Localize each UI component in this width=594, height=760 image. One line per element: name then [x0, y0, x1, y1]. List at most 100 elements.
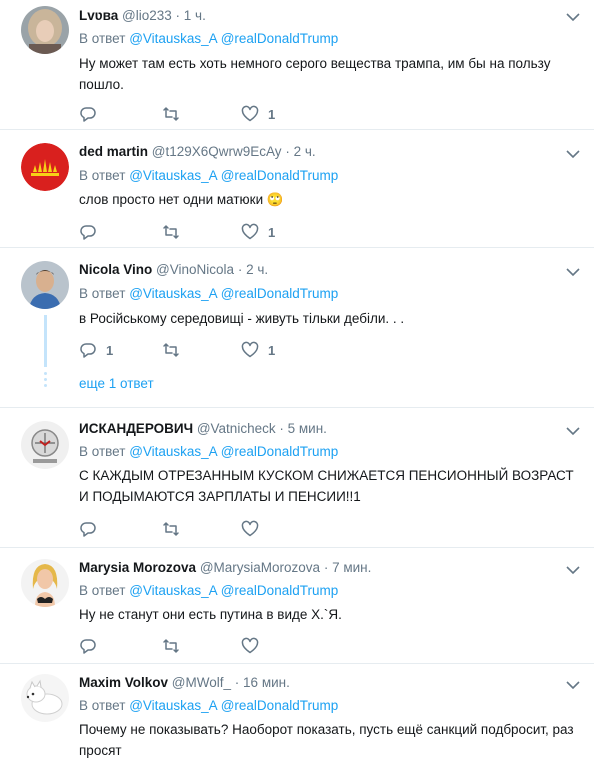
reply-icon — [80, 522, 96, 537]
like-count: 1 — [268, 224, 276, 240]
tweet-text-body: слов просто нет одни матюки — [79, 192, 264, 207]
mention-link[interactable]: @realDonaldTrump — [221, 31, 339, 46]
mention-link[interactable]: @Vitauskas_A — [129, 168, 217, 183]
retweet-icon — [163, 522, 179, 536]
mention-link[interactable]: @realDonaldTrump — [221, 286, 339, 301]
chevron-down-icon[interactable] — [566, 680, 580, 690]
tweet[interactable]: Lvʋва @lio233 · 1 ч. В ответ @Vitauskas_… — [0, 0, 594, 130]
reply-context: В ответ @Vitauskas_A @realDonaldTrump — [79, 583, 338, 598]
tweet-actions: 1 — [79, 222, 339, 242]
mention-link[interactable]: @Vitauskas_A — [129, 286, 217, 301]
tweet-actions: 1 1 — [79, 340, 339, 360]
like-button[interactable]: 1 — [241, 340, 275, 360]
rolling-eyes-emoji: 🙄 — [266, 192, 284, 207]
retweet-button[interactable] — [161, 340, 190, 360]
avatar[interactable] — [21, 6, 69, 54]
handle[interactable]: @t129X6Qwrw9EcAy — [152, 144, 282, 159]
reply-button[interactable] — [79, 104, 106, 124]
mention-link[interactable]: @Vitauskas_A — [129, 698, 217, 713]
display-name[interactable]: ИСКАНДЕРОВИЧ — [79, 421, 193, 436]
timestamp[interactable]: 2 ч. — [246, 262, 268, 277]
avatar[interactable] — [21, 559, 69, 607]
tweet-text: С КАЖДЫМ ОТРЕЗАННЫМ КУСКОМ СНИЖАЕТСЯ ПЕН… — [79, 468, 574, 504]
tweet-header: Maxim Volkov @MWolf_ · 16 мин. — [79, 675, 290, 690]
chevron-down-icon[interactable] — [566, 426, 580, 436]
mention-link[interactable]: @Vitauskas_A — [129, 31, 217, 46]
mention-link[interactable]: @Vitauskas_A — [129, 444, 217, 459]
display-name[interactable]: Maxim Volkov — [79, 675, 168, 690]
reply-button[interactable]: 1 — [79, 340, 113, 360]
display-name[interactable]: Nicola Vino — [79, 262, 152, 277]
avatar[interactable] — [21, 421, 69, 469]
reply-prefix: В ответ — [79, 168, 126, 183]
heart-icon — [241, 520, 259, 537]
display-name[interactable]: Lvʋва — [79, 8, 118, 23]
timestamp[interactable]: 16 мин. — [243, 675, 290, 690]
chevron-down-icon[interactable] — [566, 565, 580, 575]
like-button[interactable] — [241, 519, 268, 539]
like-button[interactable] — [241, 636, 268, 656]
separator: · — [279, 421, 284, 436]
thread-dot — [44, 372, 47, 375]
like-count: 1 — [268, 342, 276, 358]
timestamp[interactable]: 1 ч. — [184, 8, 206, 23]
chevron-down-icon[interactable] — [566, 149, 580, 159]
display-name[interactable]: ded martin — [79, 144, 148, 159]
tweet-header: ded martin @t129X6Qwrw9EcAy · 2 ч. — [79, 144, 316, 159]
replies-feed: Lvʋва @lio233 · 1 ч. В ответ @Vitauskas_… — [0, 0, 594, 760]
tweet[interactable]: ИСКАНДЕРОВИЧ @Vatnicheck · 5 мин. В отве… — [0, 408, 594, 548]
tweet-actions — [79, 636, 339, 656]
retweet-icon — [163, 639, 179, 653]
reply-prefix: В ответ — [79, 698, 126, 713]
avatar[interactable] — [21, 143, 69, 191]
timestamp[interactable]: 5 мин. — [288, 421, 327, 436]
handle[interactable]: @MWolf_ — [172, 675, 231, 690]
mention-link[interactable]: @realDonaldTrump — [221, 168, 339, 183]
handle[interactable]: @VinoNicola — [156, 262, 234, 277]
reply-prefix: В ответ — [79, 583, 126, 598]
reply-context: В ответ @Vitauskas_A @realDonaldTrump — [79, 168, 338, 183]
retweet-button[interactable] — [161, 222, 190, 242]
reply-icon — [80, 343, 96, 358]
heart-icon — [241, 105, 259, 122]
display-name[interactable]: Marysia Morozova — [79, 560, 196, 575]
handle[interactable]: @lio233 — [122, 8, 172, 23]
reply-icon — [80, 225, 96, 240]
tweet-text: в Російському середовищі - живуть тільки… — [79, 311, 405, 326]
like-count: 1 — [268, 106, 276, 122]
handle[interactable]: @Vatnicheck — [197, 421, 276, 436]
like-button[interactable]: 1 — [241, 104, 275, 124]
tweet-header: Lvʋва @lio233 · 1 ч. — [79, 8, 206, 23]
mention-link[interactable]: @realDonaldTrump — [221, 444, 339, 459]
chevron-down-icon[interactable] — [566, 12, 580, 22]
tweet[interactable]: Maxim Volkov @MWolf_ · 16 мин. В ответ @… — [0, 664, 594, 760]
reply-button[interactable] — [79, 519, 106, 539]
reply-button[interactable] — [79, 222, 106, 242]
handle[interactable]: @MarysiaMorozova — [200, 560, 320, 575]
thread-dot — [44, 378, 47, 381]
mention-link[interactable]: @realDonaldTrump — [221, 583, 339, 598]
retweet-button[interactable] — [161, 104, 190, 124]
reply-button[interactable] — [79, 636, 106, 656]
avatar[interactable] — [21, 261, 69, 309]
heart-icon — [241, 637, 259, 654]
tweet[interactable]: ded martin @t129X6Qwrw9EcAy · 2 ч. В отв… — [0, 130, 594, 248]
chevron-down-icon[interactable] — [566, 267, 580, 277]
tweet-text: Ну не станут они есть путина в виде Х.`Я… — [79, 607, 342, 622]
tweet[interactable]: Marysia Morozova @MarysiaMorozova · 7 ми… — [0, 548, 594, 664]
mention-link[interactable]: @realDonaldTrump — [221, 698, 339, 713]
like-button[interactable]: 1 — [241, 222, 275, 242]
show-more-replies-link[interactable]: еще 1 ответ — [79, 376, 154, 391]
retweet-button[interactable] — [161, 519, 190, 539]
timestamp[interactable]: 7 мин. — [332, 560, 371, 575]
tweet[interactable]: Nicola Vino @VinoNicola · 2 ч. В ответ @… — [0, 248, 594, 408]
reply-context: В ответ @Vitauskas_A @realDonaldTrump — [79, 286, 338, 301]
thread-line — [44, 315, 47, 367]
timestamp[interactable]: 2 ч. — [294, 144, 316, 159]
tweet-header: ИСКАНДЕРОВИЧ @Vatnicheck · 5 мин. — [79, 421, 327, 436]
tweet-header: Marysia Morozova @MarysiaMorozova · 7 ми… — [79, 560, 371, 575]
mention-link[interactable]: @Vitauskas_A — [129, 583, 217, 598]
separator: · — [175, 8, 181, 23]
retweet-button[interactable] — [161, 636, 190, 656]
avatar[interactable] — [21, 674, 69, 722]
